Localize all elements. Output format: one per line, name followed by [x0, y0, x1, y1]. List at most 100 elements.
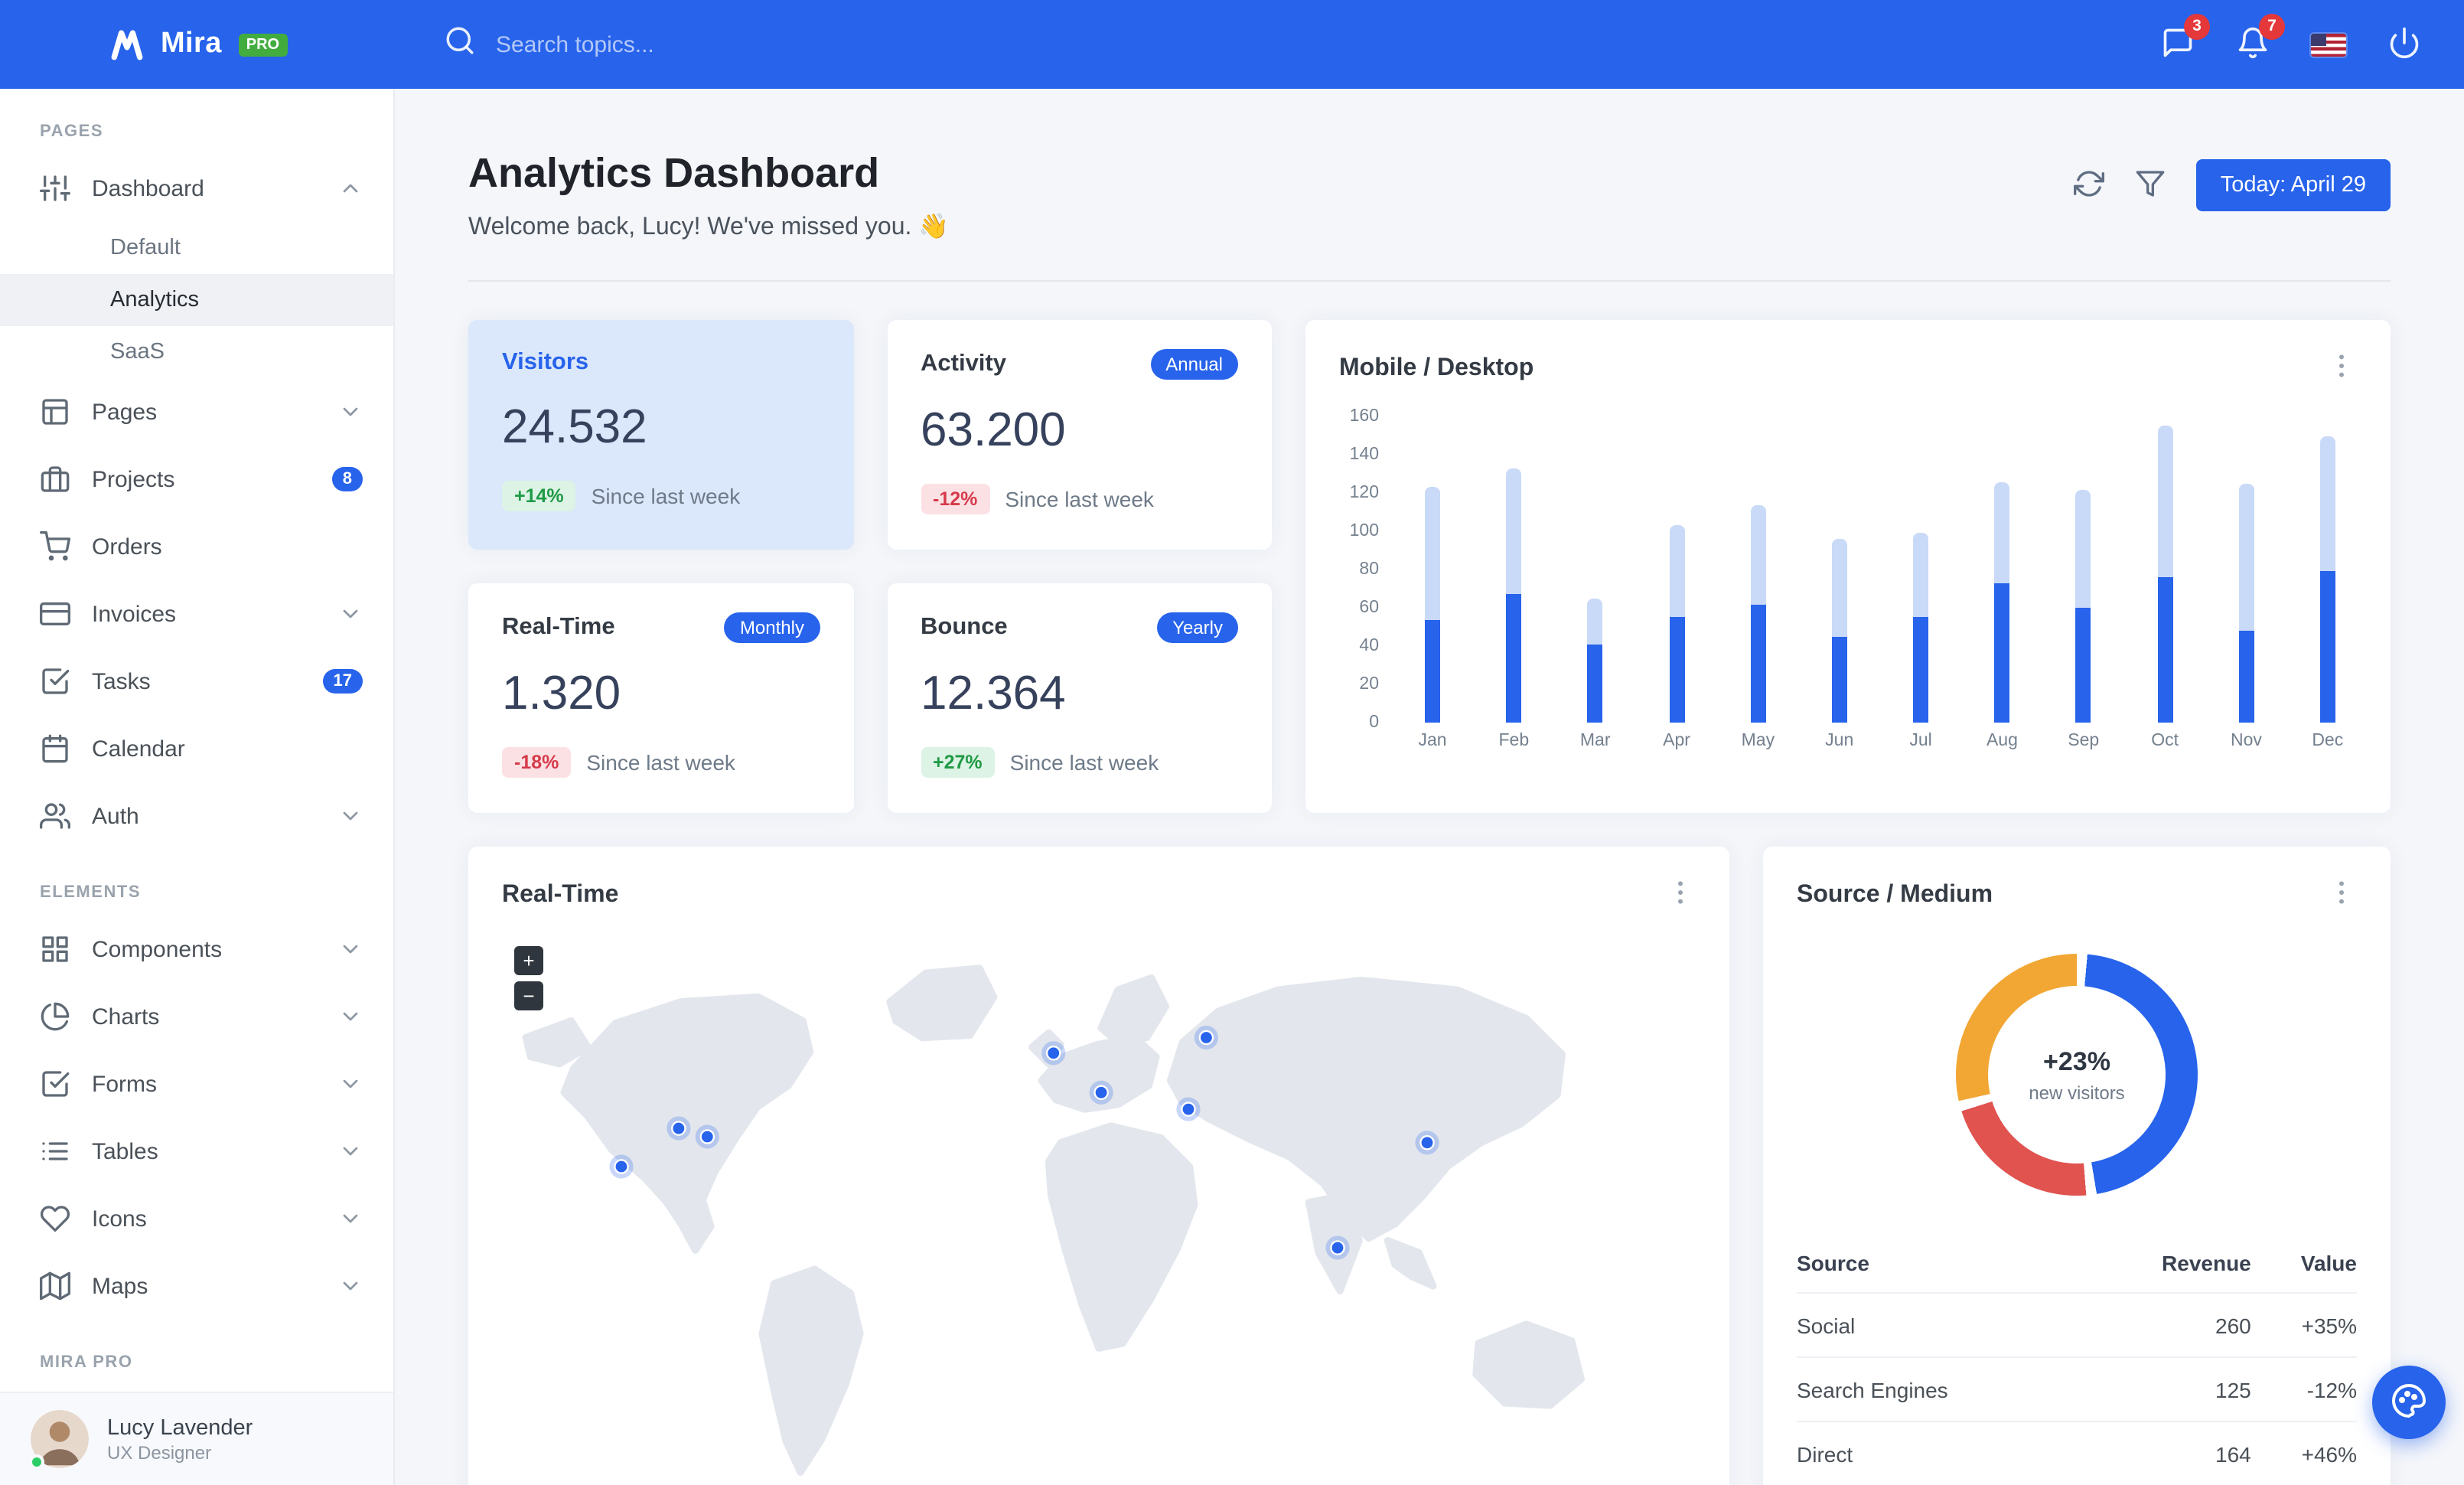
user-name: Lucy Lavender [107, 1415, 253, 1441]
sidebar-item-maps[interactable]: Maps [0, 1252, 393, 1320]
value-cell: -12% [2251, 1357, 2357, 1422]
map-marker[interactable] [1330, 1240, 1345, 1255]
avatar [29, 1410, 89, 1470]
bar-jul[interactable]: Jul [1901, 416, 1941, 750]
users-icon [40, 801, 70, 831]
y-axis-label: 100 [1349, 522, 1379, 540]
map-card-title: Real-Time [502, 881, 619, 907]
map-marker[interactable] [671, 1121, 686, 1136]
stat-period-badge[interactable]: Yearly [1157, 612, 1238, 643]
card-menu-button[interactable] [2326, 351, 2357, 386]
user-role: UX Designer [107, 1442, 212, 1464]
stat-period-badge[interactable]: Annual [1150, 349, 1238, 380]
sidebar-subitem-saas[interactable]: SaaS [0, 326, 393, 378]
stat-note: Since last week [1005, 487, 1154, 511]
sidebar-item-badge: 17 [322, 669, 363, 694]
bar-sep[interactable]: Sep [2064, 416, 2104, 750]
stat-note: Since last week [1009, 750, 1159, 775]
bar-dec[interactable]: Dec [2308, 416, 2348, 750]
sidebar-item-projects[interactable]: Projects 8 [0, 445, 393, 513]
kebab-icon [1665, 877, 1696, 912]
sidebar-item-label: Invoices [92, 601, 177, 627]
date-range-button[interactable]: Today: April 29 [2195, 159, 2391, 211]
brand[interactable]: Mira PRO [0, 24, 395, 64]
column-header-revenue[interactable]: Revenue [2082, 1234, 2251, 1294]
sidebar-item-invoices[interactable]: Invoices [0, 580, 393, 648]
donut-chart: +23% new visitors [1956, 954, 2198, 1196]
filter-button[interactable] [2135, 168, 2166, 203]
card-menu-button[interactable] [2326, 877, 2357, 912]
bar-mar[interactable]: Mar [1576, 416, 1615, 750]
app-root: Mira PRO 3 7 [0, 0, 2464, 1485]
sidebar-subitem-analytics[interactable]: Analytics [0, 274, 393, 326]
top-navbar: Mira PRO 3 7 [0, 0, 2464, 89]
stat-card-activity[interactable]: Activity Annual 63.200 -12% Since last w… [887, 320, 1272, 550]
map-marker[interactable] [1045, 1046, 1061, 1061]
us-flag-icon[interactable] [2311, 33, 2346, 56]
sidebar-item-orders[interactable]: Orders [0, 513, 393, 580]
stat-card-bounce[interactable]: Bounce Yearly 12.364 +27% Since last wee… [887, 583, 1272, 813]
map-marker[interactable] [614, 1159, 629, 1174]
sign-out-button[interactable] [2387, 25, 2421, 64]
sidebar-item-dashboard[interactable]: Dashboard [0, 155, 393, 222]
theme-settings-button[interactable] [2372, 1366, 2446, 1439]
sidebar-item-label: Pages [92, 399, 158, 425]
notifications-button[interactable]: 7 [2236, 13, 2285, 64]
map-zoom-out-button[interactable]: − [514, 981, 543, 1010]
source-cell: Search Engines [1797, 1357, 2083, 1422]
bar-segment-desktop [1587, 598, 1603, 645]
bar-jan[interactable]: Jan [1413, 416, 1452, 750]
stat-title: Activity [921, 351, 1006, 377]
world-map-svg [522, 964, 1585, 1477]
stat-card-real-time[interactable]: Real-Time Monthly 1.320 -18% Since last … [468, 583, 853, 813]
world-map[interactable]: + − [502, 928, 1696, 1485]
source-table-row: Direct 164 +46% [1797, 1421, 2357, 1485]
x-axis-label: Feb [1498, 732, 1530, 750]
y-axis-label: 80 [1359, 560, 1379, 579]
revenue-cell: 125 [2082, 1357, 2251, 1422]
page-header: Analytics Dashboard Welcome back, Lucy! … [468, 150, 2391, 242]
y-axis-label: 20 [1359, 675, 1379, 694]
sidebar-item-label: Orders [92, 534, 162, 560]
sidebar-item-charts[interactable]: Charts [0, 983, 393, 1050]
bar-aug[interactable]: Aug [1982, 416, 2022, 750]
map-marker[interactable] [1181, 1102, 1196, 1117]
sidebar-item-components[interactable]: Components [0, 915, 393, 983]
bar-apr[interactable]: Apr [1657, 416, 1696, 750]
refresh-button[interactable] [2073, 168, 2104, 203]
stat-card-visitors[interactable]: Visitors 24.532 +14% Since last week [468, 320, 853, 550]
sidebar-user-card[interactable]: Lucy Lavender UX Designer [0, 1392, 393, 1485]
map-zoom-in-button[interactable]: + [514, 946, 543, 975]
sidebar-item-auth[interactable]: Auth [0, 782, 393, 850]
chevron-down-icon [338, 602, 363, 626]
bar-feb[interactable]: Feb [1494, 416, 1533, 750]
sidebar-item-tasks[interactable]: Tasks 17 [0, 648, 393, 715]
stat-period-badge[interactable]: Monthly [724, 612, 820, 643]
map-marker[interactable] [1093, 1085, 1109, 1101]
map-marker[interactable] [699, 1129, 715, 1144]
sidebar-item-calendar[interactable]: Calendar [0, 715, 393, 782]
sidebar-item-icons[interactable]: Icons [0, 1185, 393, 1252]
palette-icon [2391, 1382, 2427, 1423]
column-header-value[interactable]: Value [2251, 1234, 2357, 1294]
bar-jun[interactable]: Jun [1820, 416, 1859, 750]
stat-value: 1.320 [502, 666, 621, 720]
card-menu-button[interactable] [1665, 877, 1696, 912]
sidebar-item-tables[interactable]: Tables [0, 1118, 393, 1185]
real-time-map-card: Real-Time + − [468, 847, 1729, 1485]
sidebar-item-forms[interactable]: Forms [0, 1050, 393, 1118]
donut-center-sublabel: new visitors [2029, 1082, 2125, 1103]
map-marker[interactable] [1419, 1135, 1435, 1150]
bar-oct[interactable]: Oct [2145, 416, 2185, 750]
pro-badge: PRO [238, 33, 288, 56]
search-input[interactable] [493, 30, 921, 59]
sidebar-item-pages[interactable]: Pages [0, 378, 393, 445]
bar-segment-mobile [1669, 617, 1685, 723]
sidebar-subitem-default[interactable]: Default [0, 222, 393, 274]
column-header-source[interactable]: Source [1797, 1234, 2083, 1294]
messages-button[interactable]: 3 [2161, 13, 2210, 64]
sidebar-item-label: Projects [92, 466, 175, 492]
bar-nov[interactable]: Nov [2226, 416, 2266, 750]
map-marker[interactable] [1198, 1030, 1214, 1046]
bar-may[interactable]: May [1738, 416, 1778, 750]
